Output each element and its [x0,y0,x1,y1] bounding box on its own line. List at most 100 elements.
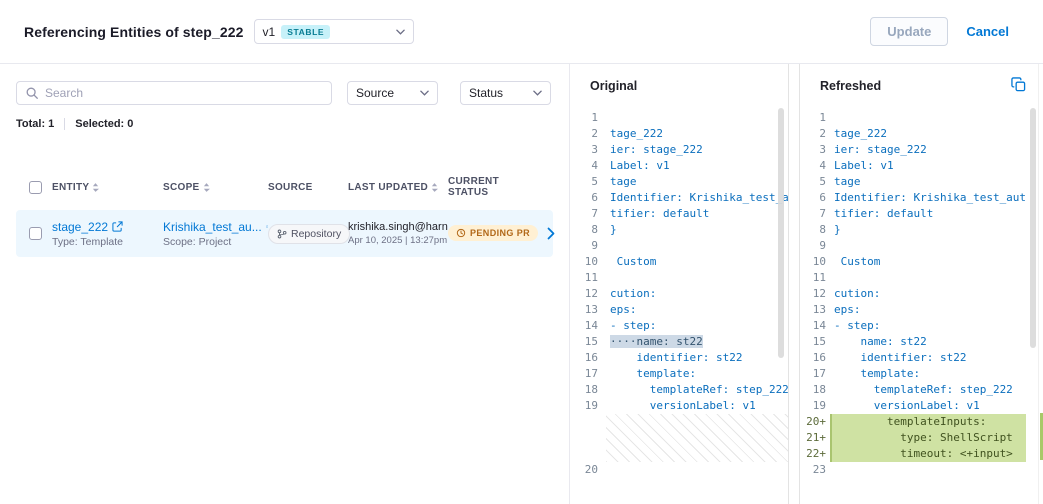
scope-link[interactable]: Krishika_test_au... [163,220,262,234]
code-line: 12cution: [570,286,788,302]
line-text: Label: v1 [606,158,788,174]
line-text: templateRef: step_222 [606,382,788,398]
line-number: 11 [800,270,830,286]
line-text: Label: v1 [830,158,1026,174]
line-number: 15 [570,334,606,350]
line-text: eps: [606,302,788,318]
code-line: 1 [800,110,1026,126]
search-input[interactable] [45,86,323,100]
line-text: Identifier: Krishika_test_aut [830,190,1026,206]
line-text: versionLabel: v1 [830,398,1026,414]
source-filter[interactable]: Source [347,81,438,105]
line-number: 10 [570,254,606,270]
code-line: 2tage_222 [800,126,1026,142]
code-line: 6Identifier: Krishika_test_aut [800,190,1026,206]
sort-icon [431,182,438,193]
column-header-entity[interactable]: ENTITY [52,182,163,193]
line-number: 13 [800,302,830,318]
line-text [606,238,788,254]
chevron-down-icon [396,29,405,35]
scrollbar-thumb[interactable] [778,108,784,358]
line-text [830,110,1026,126]
line-number: 15 [800,334,830,350]
diff-pane-original: Original 12tage_2223ier: stage_2224Label… [570,64,788,504]
table-row[interactable]: stage_222 Type: Template Krishika_test_a… [16,210,553,257]
refreshed-code[interactable]: 12tage_2223ier: stage_2224Label: v15tage… [800,110,1026,478]
code-line: 19 versionLabel: v1 [800,398,1026,414]
total-count: Total: 1 [16,118,54,130]
line-number: 22+ [800,446,830,462]
line-text: template: [830,366,1026,382]
code-line: 12cution: [800,286,1026,302]
search-icon [25,86,39,100]
update-button[interactable]: Update [870,17,948,46]
select-all-checkbox[interactable] [29,181,42,194]
chevron-down-icon [533,90,542,96]
column-header-source: SOURCE [268,182,348,193]
code-line: 9 [800,238,1026,254]
code-line: 17 template: [800,366,1026,382]
line-number: 8 [570,222,606,238]
code-line: 20+ templateInputs: [800,414,1026,430]
chevron-right-icon[interactable] [547,227,555,240]
line-number: 16 [570,350,606,366]
referencing-entities-modal: Referencing Entities of step_222 v1 STAB… [0,0,1043,504]
code-line: 15 name: st22 [800,334,1026,350]
line-text [606,270,788,286]
version-value: v1 [263,25,276,39]
line-number: 20+ [800,414,830,430]
version-select[interactable]: v1 STABLE [254,19,414,44]
line-text: Custom [606,254,788,270]
column-label: CURRENT STATUS [448,176,527,198]
search-box[interactable] [16,81,332,105]
status-filter[interactable]: Status [460,81,551,105]
line-number: 17 [800,366,830,382]
counts-row: Total: 1 Selected: 0 [16,118,553,130]
column-header-last-updated[interactable]: LAST UPDATED [348,182,448,193]
line-text: eps: [830,302,1026,318]
updated-at: Apr 10, 2025 | 13:27pm [348,235,448,246]
code-line: 14- step: [570,318,788,334]
code-line: 5tage [800,174,1026,190]
code-line: 15 ····name: st22 [570,334,788,350]
cancel-button[interactable]: Cancel [956,18,1019,45]
table-header: ENTITY SCOPE SOURCE LAST UPDATED CURRENT… [16,176,553,195]
line-number: 23 [800,462,830,478]
line-number: 10 [800,254,830,270]
line-text [606,110,788,126]
line-text: tage_222 [606,126,788,142]
code-line: 14- step: [800,318,1026,334]
code-line: 16 identifier: st22 [570,350,788,366]
word-diff-highlight: ····name: st22 [610,335,703,348]
sort-icon [203,182,210,193]
line-text: tage [830,174,1026,190]
column-label: LAST UPDATED [348,182,428,193]
external-link-icon[interactable] [112,221,123,232]
code-line: 18 templateRef: step_222 [570,382,788,398]
line-text: ier: stage_222 [830,142,1026,158]
modal-header: Referencing Entities of step_222 v1 STAB… [0,0,1043,64]
line-text: templateInputs: [830,414,1026,430]
code-line: 7tifier: default [570,206,788,222]
line-number: 5 [800,174,830,190]
entity-link[interactable]: stage_222 [52,220,108,234]
chevron-down-icon [420,90,429,96]
code-line: 18 templateRef: step_222 [800,382,1026,398]
column-label: ENTITY [52,182,89,193]
code-line: 13eps: [570,302,788,318]
last-updated-cell: krishika.singh@harnes... Apr 10, 2025 | … [348,221,448,246]
source-badge: Repository [268,224,350,244]
line-number: 19 [800,398,830,414]
code-line: 22+ timeout: <+input> [800,446,1026,462]
column-header-scope[interactable]: SCOPE [163,182,268,193]
split-handle[interactable] [788,64,800,504]
source-cell: Repository [268,224,348,244]
line-text: name: st22 [830,334,1026,350]
original-code[interactable]: 12tage_2223ier: stage_2224Label: v15tage… [570,110,788,478]
row-checkbox[interactable] [29,227,42,240]
copy-icon[interactable] [1011,77,1026,92]
scrollbar-thumb[interactable] [1030,108,1036,348]
code-line: 16 identifier: st22 [800,350,1026,366]
column-label: SCOPE [163,182,200,193]
code-line: 20 [570,462,788,478]
